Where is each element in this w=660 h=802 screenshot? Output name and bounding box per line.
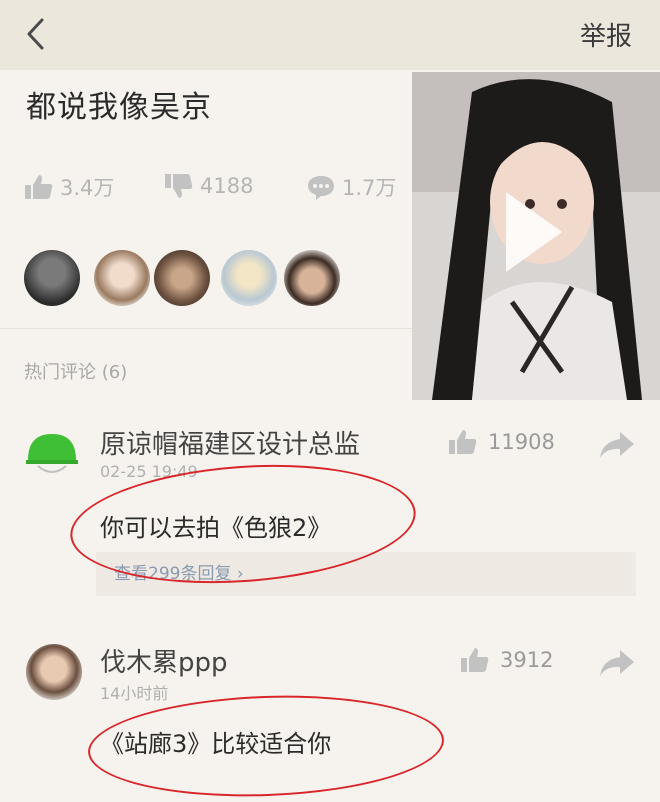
green-hat-icon <box>26 434 78 473</box>
report-button[interactable]: 举报 <box>580 16 632 53</box>
share-icon[interactable] <box>598 648 636 678</box>
comment-username[interactable]: 伐木累ppp <box>100 642 228 679</box>
avatar[interactable] <box>24 250 80 306</box>
red-annotation-circle <box>86 689 446 802</box>
commenter-avatar[interactable] <box>26 644 82 700</box>
liker-avatars <box>24 250 414 310</box>
thumbs-up-icon <box>449 430 477 454</box>
avatar[interactable] <box>284 250 340 306</box>
top-bar: 举报 <box>0 0 660 70</box>
comment-like-button[interactable]: 11908 <box>448 428 555 456</box>
divider <box>0 328 412 329</box>
dislike-count: 4188 <box>200 174 254 198</box>
post-title: 都说我像吴京 <box>26 90 212 125</box>
avatar[interactable] <box>221 250 277 306</box>
comment-stat[interactable]: 1.7万 <box>306 172 396 202</box>
video-thumbnail[interactable] <box>412 72 660 400</box>
commenter-avatar[interactable] <box>24 426 80 482</box>
comment-like-button[interactable]: 3912 <box>460 646 553 674</box>
dislike-stat[interactable]: 4188 <box>164 172 253 200</box>
avatar[interactable] <box>94 250 150 306</box>
comment-time: 14小时前 <box>100 684 169 703</box>
like-count: 3.4万 <box>60 176 115 200</box>
comment-bubble-icon <box>308 176 334 200</box>
thumbs-up-icon <box>25 175 53 199</box>
video-image <box>412 72 660 400</box>
thumbs-down-icon <box>165 174 193 198</box>
comment-count: 1.7万 <box>342 176 397 200</box>
hot-comments-header: 热门评论 (6) <box>24 362 128 383</box>
back-arrow-icon[interactable] <box>22 14 52 54</box>
post-stats: 3.4万 4188 1.7万 <box>24 172 414 212</box>
share-icon[interactable] <box>598 430 636 460</box>
thumbs-up-icon <box>461 648 489 672</box>
like-stat[interactable]: 3.4万 <box>24 172 114 202</box>
comment-username[interactable]: 原谅帽福建区设计总监 <box>100 424 360 461</box>
avatar[interactable] <box>154 250 210 306</box>
comment-like-count: 3912 <box>500 648 554 672</box>
comment-like-count: 11908 <box>488 430 555 454</box>
